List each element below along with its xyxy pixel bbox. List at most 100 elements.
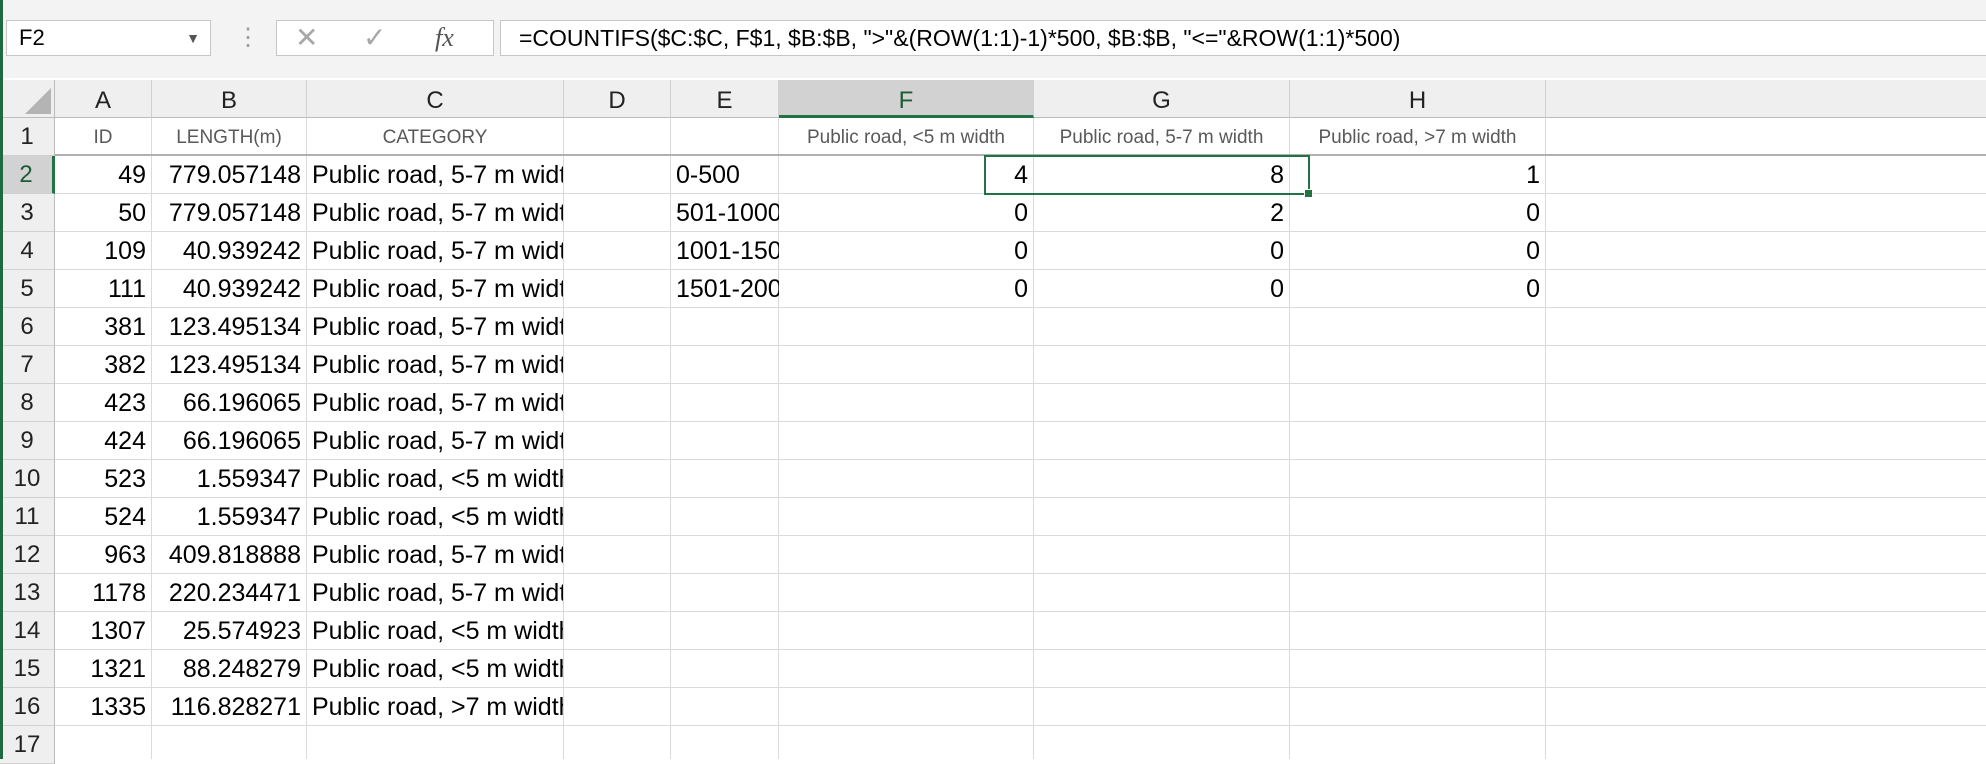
cell-c11[interactable]: Public road, <5 m width xyxy=(307,498,563,536)
row-header-4[interactable]: 4 xyxy=(0,232,55,270)
cell-b5[interactable]: 40.939242 xyxy=(152,270,306,308)
cell-g3[interactable]: 2 xyxy=(1034,194,1289,232)
cell-b7[interactable]: 123.495134 xyxy=(152,346,306,384)
cell-c16[interactable]: Public road, >7 m width xyxy=(307,688,563,726)
cell-a6[interactable]: 381 xyxy=(55,308,151,346)
cell-f1[interactable]: Public road, <5 m width xyxy=(779,118,1033,156)
cell-a1[interactable]: ID xyxy=(55,118,151,156)
cell-h5[interactable]: 0 xyxy=(1290,270,1545,308)
column-header-c[interactable]: C xyxy=(307,80,564,118)
cell-b6[interactable]: 123.495134 xyxy=(152,308,306,346)
more-icon[interactable]: ⋮ xyxy=(236,20,260,56)
row-header-12[interactable]: 12 xyxy=(0,536,55,574)
cell-c13[interactable]: Public road, 5-7 m width xyxy=(307,574,563,612)
row-header-14[interactable]: 14 xyxy=(0,612,55,650)
row-header-3[interactable]: 3 xyxy=(0,194,55,232)
cell-c6[interactable]: Public road, 5-7 m width xyxy=(307,308,563,346)
column-header-blank[interactable] xyxy=(1546,80,1986,118)
cell-h1[interactable]: Public road, >7 m width xyxy=(1290,118,1545,156)
row-header-13[interactable]: 13 xyxy=(0,574,55,612)
cell-b2[interactable]: 779.057148 xyxy=(152,156,306,194)
cell-c2[interactable]: Public road, 5-7 m width xyxy=(307,156,563,194)
cell-e2[interactable]: 0-500 xyxy=(671,156,779,194)
cancel-icon[interactable]: ✕ xyxy=(295,21,318,55)
cell-c9[interactable]: Public road, 5-7 m width xyxy=(307,422,563,460)
cell-b4[interactable]: 40.939242 xyxy=(152,232,306,270)
column-header-d[interactable]: D xyxy=(564,80,671,118)
cell-c12[interactable]: Public road, 5-7 m width xyxy=(307,536,563,574)
cell-f2[interactable]: 4 xyxy=(779,156,1033,194)
cell-b16[interactable]: 116.828271 xyxy=(152,688,306,726)
cell-a11[interactable]: 524 xyxy=(55,498,151,536)
cell-h2[interactable]: 1 xyxy=(1290,156,1545,194)
row-header-16[interactable]: 16 xyxy=(0,688,55,726)
cell-c14[interactable]: Public road, <5 m width xyxy=(307,612,563,650)
function-icon[interactable]: fx xyxy=(435,21,454,55)
cell-g5[interactable]: 0 xyxy=(1034,270,1289,308)
cell-a8[interactable]: 423 xyxy=(55,384,151,422)
cell-c1[interactable]: CATEGORY xyxy=(307,118,563,156)
sheet-grid[interactable]: ID LENGTH(m) CATEGORY Public road, <5 m … xyxy=(55,118,1986,759)
row-header-15[interactable]: 15 xyxy=(0,650,55,688)
cell-h4[interactable]: 0 xyxy=(1290,232,1545,270)
cell-f4[interactable]: 0 xyxy=(779,232,1033,270)
cell-b15[interactable]: 88.248279 xyxy=(152,650,306,688)
cell-a12[interactable]: 963 xyxy=(55,536,151,574)
cell-b3[interactable]: 779.057148 xyxy=(152,194,306,232)
cell-a9[interactable]: 424 xyxy=(55,422,151,460)
cell-b10[interactable]: 1.559347 xyxy=(152,460,306,498)
row-header-9[interactable]: 9 xyxy=(0,422,55,460)
cell-a15[interactable]: 1321 xyxy=(55,650,151,688)
column-header-f[interactable]: F xyxy=(779,80,1034,118)
cell-g4[interactable]: 0 xyxy=(1034,232,1289,270)
cell-a2[interactable]: 49 xyxy=(55,156,151,194)
cell-a3[interactable]: 50 xyxy=(55,194,151,232)
cell-f5[interactable]: 0 xyxy=(779,270,1033,308)
cell-a16[interactable]: 1335 xyxy=(55,688,151,726)
cell-g2[interactable]: 8 xyxy=(1034,156,1289,194)
cell-g1[interactable]: Public road, 5-7 m width xyxy=(1034,118,1289,156)
cell-e5[interactable]: 1501-2000 xyxy=(671,270,779,308)
cell-c10[interactable]: Public road, <5 m width xyxy=(307,460,563,498)
cell-c5[interactable]: Public road, 5-7 m width xyxy=(307,270,563,308)
cell-f3[interactable]: 0 xyxy=(779,194,1033,232)
row-header-6[interactable]: 6 xyxy=(0,308,55,346)
column-header-e[interactable]: E xyxy=(671,80,779,118)
column-header-a[interactable]: A xyxy=(55,80,152,118)
row-header-2[interactable]: 2 xyxy=(0,156,55,194)
cell-c4[interactable]: Public road, 5-7 m width xyxy=(307,232,563,270)
cell-e4[interactable]: 1001-1500 xyxy=(671,232,779,270)
row-header-8[interactable]: 8 xyxy=(0,384,55,422)
cell-h3[interactable]: 0 xyxy=(1290,194,1545,232)
name-box[interactable]: F2 ▼ xyxy=(6,20,211,56)
row-header-7[interactable]: 7 xyxy=(0,346,55,384)
select-all-button[interactable] xyxy=(0,80,55,118)
column-header-b[interactable]: B xyxy=(152,80,307,118)
cell-c15[interactable]: Public road, <5 m width xyxy=(307,650,563,688)
chevron-down-icon[interactable]: ▼ xyxy=(186,21,200,55)
cell-c8[interactable]: Public road, 5-7 m width xyxy=(307,384,563,422)
column-header-h[interactable]: H xyxy=(1290,80,1546,118)
cell-c7[interactable]: Public road, 5-7 m width xyxy=(307,346,563,384)
cell-b14[interactable]: 25.574923 xyxy=(152,612,306,650)
cell-a13[interactable]: 1178 xyxy=(55,574,151,612)
row-header-5[interactable]: 5 xyxy=(0,270,55,308)
row-header-10[interactable]: 10 xyxy=(0,460,55,498)
cell-a5[interactable]: 111 xyxy=(55,270,151,308)
formula-input[interactable]: =COUNTIFS($C:$C, F$1, $B:$B, ">"&(ROW(1:… xyxy=(500,20,1986,56)
row-header-17[interactable]: 17 xyxy=(0,726,55,764)
cell-b1[interactable]: LENGTH(m) xyxy=(152,118,306,156)
cell-b12[interactable]: 409.818888 xyxy=(152,536,306,574)
cell-a7[interactable]: 382 xyxy=(55,346,151,384)
cell-b8[interactable]: 66.196065 xyxy=(152,384,306,422)
cell-b13[interactable]: 220.234471 xyxy=(152,574,306,612)
cell-a14[interactable]: 1307 xyxy=(55,612,151,650)
cell-c3[interactable]: Public road, 5-7 m width xyxy=(307,194,563,232)
cell-b9[interactable]: 66.196065 xyxy=(152,422,306,460)
enter-icon[interactable]: ✓ xyxy=(363,21,386,55)
row-header-11[interactable]: 11 xyxy=(0,498,55,536)
cell-a10[interactable]: 523 xyxy=(55,460,151,498)
row-header-1[interactable]: 1 xyxy=(0,118,55,156)
cell-b11[interactable]: 1.559347 xyxy=(152,498,306,536)
cell-a4[interactable]: 109 xyxy=(55,232,151,270)
